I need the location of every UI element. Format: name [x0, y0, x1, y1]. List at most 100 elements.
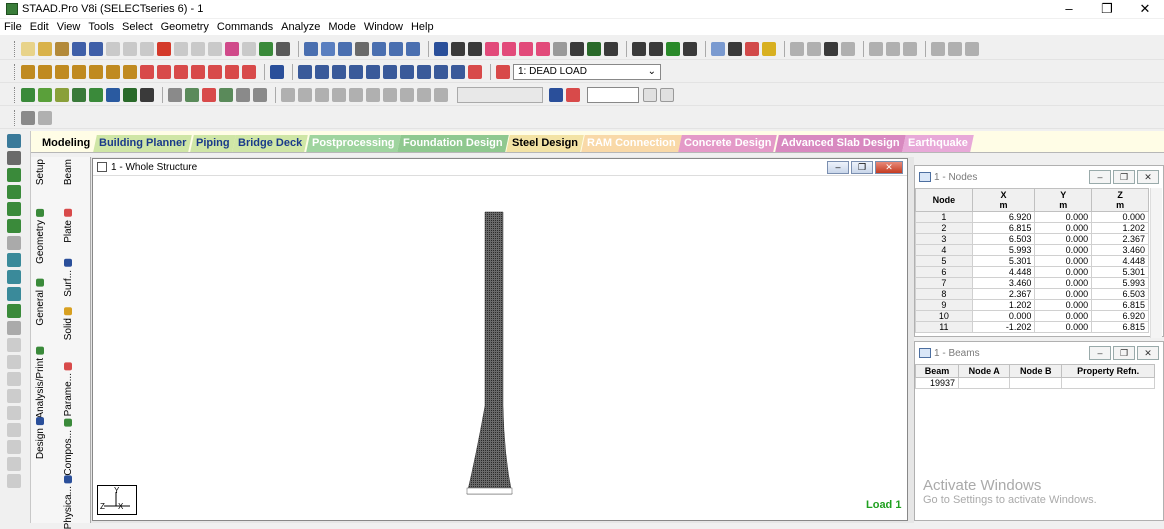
pointer-icon[interactable] — [276, 41, 290, 56]
label-toggle-icon[interactable] — [566, 87, 580, 102]
back-view-icon[interactable] — [55, 64, 69, 79]
display-all-icon[interactable] — [270, 64, 284, 79]
select-geometry-icon[interactable] — [7, 253, 21, 267]
table-cell[interactable]: 11 — [915, 321, 973, 333]
table-cell[interactable]: 5 — [915, 255, 973, 267]
zoom-window-icon[interactable] — [315, 64, 329, 79]
tab-surf[interactable]: Surf... — [63, 259, 74, 297]
tab-modeling[interactable]: Modeling — [36, 135, 97, 152]
table-cell[interactable]: 5.301 — [1091, 266, 1149, 278]
geometry-select[interactable] — [457, 86, 543, 103]
menu-tools[interactable]: Tools — [88, 21, 114, 33]
toolbar-grip[interactable] — [14, 63, 17, 80]
select-nodes-icon[interactable] — [7, 168, 21, 182]
table-cell[interactable]: 9 — [915, 299, 973, 311]
table-cell[interactable]: 0.000 — [1034, 321, 1093, 333]
rotate-geom-icon[interactable] — [332, 87, 346, 102]
col-header[interactable]: Y m — [1034, 188, 1093, 212]
rotate-left-icon[interactable] — [174, 64, 188, 79]
maximize-button[interactable]: ❐ — [1088, 0, 1126, 18]
table-cell[interactable]: 0.000 — [971, 310, 1036, 322]
beams-minimize-button[interactable]: – — [1089, 346, 1111, 360]
table-cell[interactable]: 6.815 — [971, 222, 1036, 234]
minimize-button[interactable]: – — [1050, 0, 1088, 18]
table-cell[interactable]: 3.460 — [1091, 244, 1149, 256]
beams-close-button[interactable]: ✕ — [1137, 346, 1159, 360]
menu-view[interactable]: View — [57, 21, 81, 33]
tab-general[interactable]: General — [35, 279, 46, 326]
table-cell[interactable]: 6.503 — [1091, 288, 1149, 300]
table-cell[interactable]: 0.000 — [1034, 255, 1093, 267]
table-row[interactable]: 1 6.920 0.000 0.000 — [915, 211, 1149, 223]
table-cell[interactable]: -1.202 — [971, 321, 1036, 333]
cursor-icon[interactable] — [21, 110, 35, 125]
table-row[interactable]: 2 6.815 0.000 1.202 — [915, 222, 1149, 234]
table-cell[interactable]: 5.993 — [1091, 277, 1149, 289]
plate-select-icon[interactable] — [55, 87, 69, 102]
table-row[interactable]: 6 4.448 0.000 5.301 — [915, 266, 1149, 278]
save-all-icon[interactable] — [89, 41, 103, 56]
help-icon[interactable] — [570, 41, 584, 56]
beam-icon[interactable] — [468, 41, 482, 56]
col-header[interactable]: Z m — [1091, 188, 1149, 212]
misc6-icon[interactable] — [7, 457, 21, 471]
intersect-icon[interactable] — [383, 87, 397, 102]
node-icon[interactable] — [21, 87, 35, 102]
misc5-icon[interactable] — [7, 440, 21, 454]
view-misc-icon[interactable] — [7, 372, 21, 386]
redo2-icon[interactable] — [208, 41, 222, 56]
tool3-icon[interactable] — [683, 41, 697, 56]
table-cell[interactable]: 0.000 — [1034, 211, 1093, 223]
table-cell[interactable]: 3 — [915, 233, 973, 245]
tab-bridge-deck[interactable]: Bridge Deck — [232, 135, 309, 152]
mesh3-icon[interactable] — [202, 87, 216, 102]
tab-earthquake[interactable]: Earthquake — [902, 135, 975, 152]
label-icon[interactable] — [604, 41, 618, 56]
col-header[interactable]: Node — [915, 188, 973, 212]
table-cell[interactable]: 19937 — [914, 377, 960, 389]
window-icon[interactable] — [931, 41, 945, 56]
window3-icon[interactable] — [965, 41, 979, 56]
print-setup-icon[interactable] — [389, 41, 403, 56]
camera-icon[interactable] — [355, 41, 369, 56]
structure-viewport[interactable] — [93, 176, 909, 521]
menu-edit[interactable]: Edit — [30, 21, 49, 33]
spin-icon[interactable] — [643, 87, 657, 102]
table-row[interactable]: 9 1.202 0.000 6.815 — [915, 299, 1149, 311]
table-cell[interactable]: 2.367 — [1091, 233, 1149, 245]
menu-file[interactable]: File — [4, 21, 22, 33]
beams-table[interactable]: Beam Node A Node B Property Refn. 19937 — [914, 364, 1155, 389]
table-row[interactable]: 10 0.000 0.000 6.920 — [915, 310, 1149, 322]
table-cell[interactable]: 0.000 — [1034, 244, 1093, 256]
translate-icon[interactable] — [281, 87, 295, 102]
arrow-icon[interactable] — [7, 151, 21, 165]
table-cell[interactable]: 10 — [915, 310, 973, 322]
table-cell[interactable] — [1009, 377, 1063, 389]
repeat-icon[interactable] — [298, 87, 312, 102]
tab-beam[interactable]: Beam — [63, 159, 74, 185]
nodes-close-button[interactable]: ✕ — [1137, 170, 1159, 184]
select-surface-icon[interactable] — [7, 236, 21, 250]
mirror-icon[interactable] — [315, 87, 329, 102]
menu-window[interactable]: Window — [364, 21, 403, 33]
table-cell[interactable]: 0.000 — [1034, 233, 1093, 245]
table-row[interactable]: 7 3.460 0.000 5.993 — [915, 277, 1149, 289]
table-cell[interactable]: 0.000 — [1034, 222, 1093, 234]
rotate-up-icon[interactable] — [140, 64, 154, 79]
table-cell[interactable]: 0.000 — [1034, 266, 1093, 278]
new-file-icon[interactable] — [21, 41, 35, 56]
table-cell[interactable]: 8 — [915, 288, 973, 300]
rotate-down-icon[interactable] — [157, 64, 171, 79]
cursor-tool-icon[interactable] — [7, 134, 21, 148]
add-icon[interactable] — [7, 304, 21, 318]
delete-icon[interactable] — [157, 41, 171, 56]
zoom-out-icon[interactable] — [349, 64, 363, 79]
tool-icon[interactable] — [225, 41, 239, 56]
glasses-icon[interactable] — [745, 41, 759, 56]
menu-select[interactable]: Select — [122, 21, 153, 33]
table-row[interactable]: 19937 — [914, 377, 1155, 389]
table-icon[interactable] — [140, 87, 154, 102]
print-icon[interactable] — [304, 41, 318, 56]
open-folder-icon[interactable] — [55, 41, 69, 56]
col-header[interactable]: X m — [971, 188, 1036, 212]
